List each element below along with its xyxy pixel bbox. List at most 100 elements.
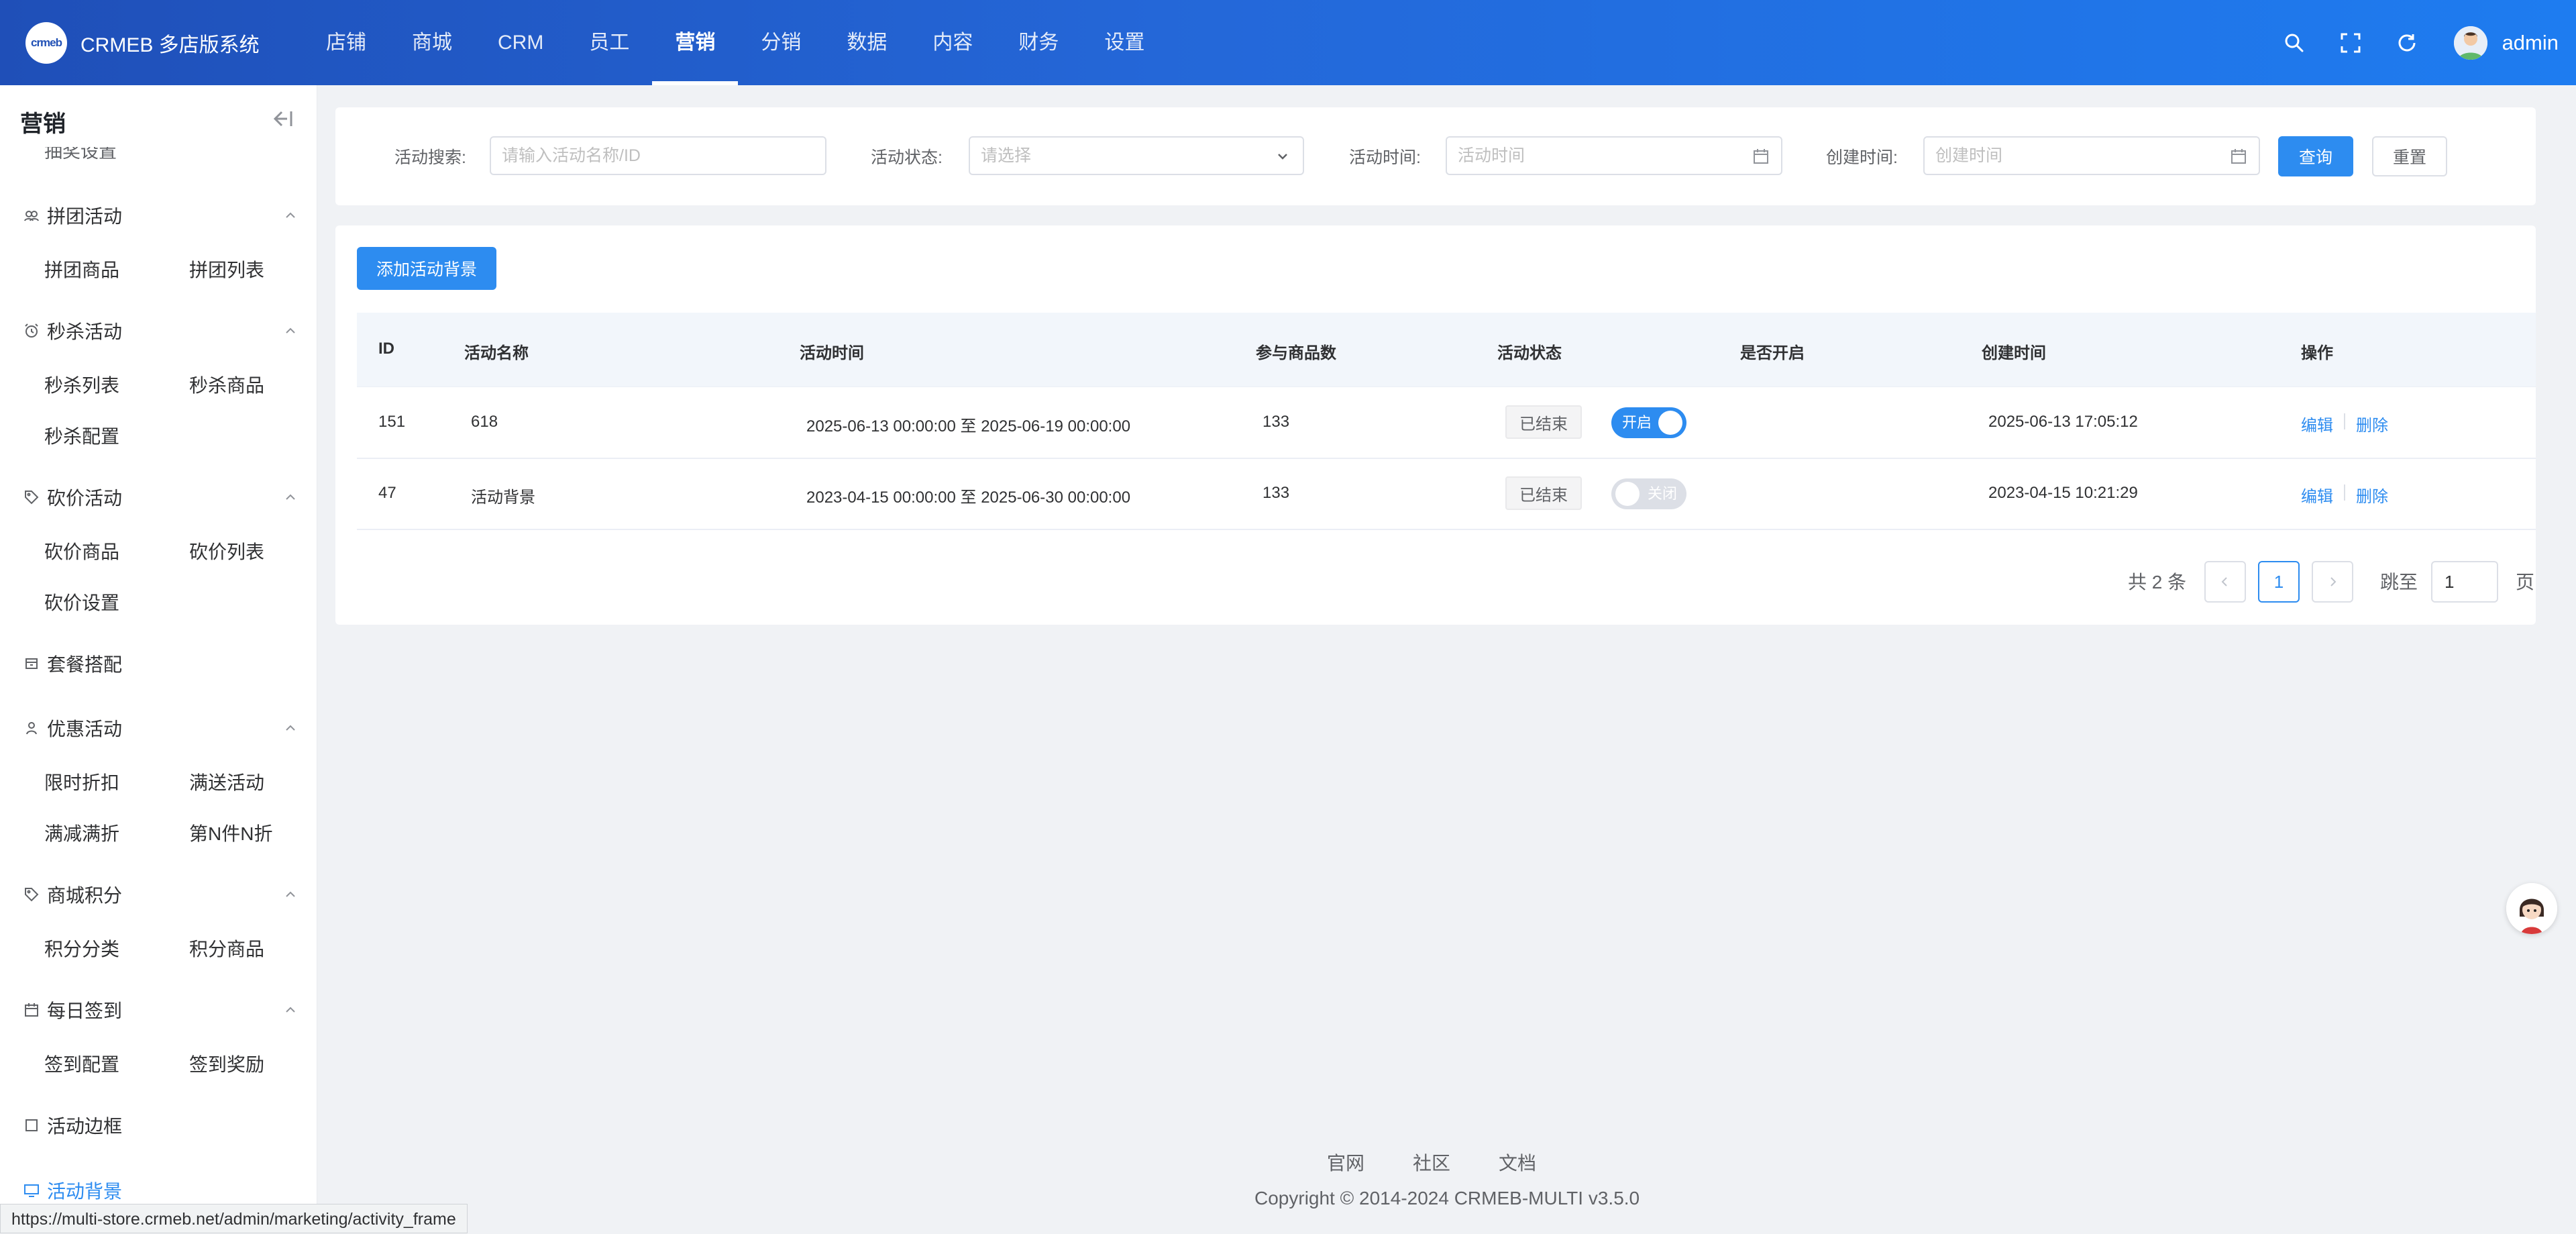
- enable-toggle[interactable]: 关闭: [1611, 478, 1686, 509]
- collapse-icon[interactable]: [272, 109, 294, 128]
- created-time-picker[interactable]: 创建时间: [1923, 136, 2260, 175]
- footer-link-community[interactable]: 社区: [1413, 1149, 1450, 1176]
- sidebar-item-checkin-reward[interactable]: 签到奖励: [189, 1050, 264, 1077]
- sidebar-item-group-goods[interactable]: 拼团商品: [44, 256, 119, 282]
- sidebar-item-nth-discount[interactable]: 第N件N折: [189, 819, 272, 846]
- delete-link[interactable]: 删除: [2356, 412, 2388, 435]
- column-enabled: 是否开启: [1740, 344, 1805, 362]
- reset-button[interactable]: 重置: [2372, 136, 2447, 176]
- sidebar-item-full-reduction[interactable]: 满减满折: [44, 819, 119, 846]
- nav-settings[interactable]: 设置: [1081, 0, 1167, 85]
- query-button[interactable]: 查询: [2278, 136, 2353, 176]
- sidebar-group-combo[interactable]: 套餐搭配: [23, 647, 298, 680]
- sidebar-item-seckill-list[interactable]: 秒杀列表: [44, 371, 119, 398]
- page-suffix: 页: [2516, 572, 2535, 593]
- package-icon: [23, 655, 40, 672]
- action-divider: [2344, 413, 2345, 429]
- created-time-placeholder: 创建时间: [1935, 146, 2003, 165]
- sidebar-group-activity-frame[interactable]: 活动边框: [23, 1109, 298, 1142]
- sidebar-item-checkin-config[interactable]: 签到配置: [44, 1050, 119, 1077]
- search-icon[interactable]: [2282, 31, 2306, 55]
- column-name: 活动名称: [464, 344, 529, 362]
- toggle-label: 关闭: [1647, 485, 1677, 502]
- cell-created: 2023-04-15 10:21:29: [1988, 484, 2138, 502]
- refresh-icon[interactable]: [2395, 31, 2419, 55]
- tag-icon: [23, 489, 40, 506]
- sidebar-group-group-buy[interactable]: 拼团活动: [23, 199, 298, 232]
- fullscreen-icon[interactable]: [2339, 31, 2363, 55]
- edit-link[interactable]: 编辑: [2301, 483, 2333, 507]
- avatar[interactable]: [2453, 25, 2487, 60]
- table-row: 47 活动背景 2023-04-15 00:00:00 至 2025-06-30…: [357, 458, 2536, 530]
- chevron-right-icon: [2330, 577, 2337, 586]
- activity-time-placeholder: 活动时间: [1458, 146, 1525, 165]
- footer-link-official[interactable]: 官网: [1327, 1149, 1364, 1176]
- created-time-label: 创建时间:: [1826, 148, 1898, 167]
- sidebar-group-seckill[interactable]: 秒杀活动: [23, 314, 298, 348]
- logo-mark: crmeb: [25, 22, 67, 64]
- user-badge-icon: [23, 719, 40, 737]
- sidebar-item-bargain-settings[interactable]: 砍价设置: [44, 588, 119, 615]
- sidebar-item-limited-discount[interactable]: 限时折扣: [44, 768, 119, 795]
- jump-page-input[interactable]: 1: [2431, 561, 2498, 603]
- chevron-up-icon: [286, 327, 295, 333]
- nav-staff[interactable]: 员工: [566, 0, 652, 85]
- sidebar-item-lottery-settings[interactable]: 抽奖设置: [44, 147, 117, 162]
- next-page-button[interactable]: [2312, 561, 2353, 603]
- table-row: 151 618 2025-06-13 00:00:00 至 2025-06-19…: [357, 387, 2536, 459]
- sidebar-group-label: 秒杀活动: [47, 321, 123, 342]
- cell-name: 618: [471, 413, 498, 431]
- sidebar-group-checkin[interactable]: 每日签到: [23, 993, 298, 1027]
- chevron-up-icon: [286, 494, 295, 500]
- search-input[interactable]: 请输入活动名称/ID: [490, 136, 826, 175]
- cell-created: 2025-06-13 17:05:12: [1988, 413, 2138, 431]
- chevron-up-icon: [286, 891, 295, 897]
- sidebar-item-seckill-config[interactable]: 秒杀配置: [44, 422, 119, 449]
- sidebar-title: 营销: [20, 111, 66, 137]
- nav-content[interactable]: 内容: [910, 0, 996, 85]
- add-activity-background-button[interactable]: 添加活动背景: [357, 247, 496, 290]
- status-badge: 已结束: [1505, 405, 1582, 439]
- sidebar-item-bargain-list[interactable]: 砍价列表: [189, 537, 264, 564]
- sidebar-item-points-goods[interactable]: 积分商品: [189, 935, 264, 962]
- sidebar-item-points-category[interactable]: 积分分类: [44, 935, 119, 962]
- sidebar-item-gift-activity[interactable]: 满送活动: [189, 768, 264, 795]
- sidebar-group-activity-background[interactable]: 活动背景: [23, 1174, 298, 1207]
- logo[interactable]: crmeb CRMEB 多店版系统: [25, 22, 260, 64]
- sidebar-group-label: 砍价活动: [47, 488, 123, 509]
- prev-page-button[interactable]: [2204, 561, 2246, 603]
- status-select[interactable]: 请选择: [969, 136, 1304, 175]
- sidebar-item-seckill-goods[interactable]: 秒杀商品: [189, 371, 264, 398]
- nav-shop[interactable]: 店铺: [303, 0, 389, 85]
- chevron-left-icon: [2221, 577, 2227, 586]
- square-icon: [23, 1117, 40, 1134]
- edit-link[interactable]: 编辑: [2301, 412, 2333, 435]
- sidebar-group-label: 套餐搭配: [47, 654, 123, 675]
- cell-name: 活动背景: [471, 489, 535, 507]
- nav-data[interactable]: 数据: [824, 0, 910, 85]
- user-name[interactable]: admin: [2502, 31, 2559, 55]
- sidebar-group-discount[interactable]: 优惠活动: [23, 711, 298, 745]
- sidebar-item-group-list[interactable]: 拼团列表: [189, 256, 264, 282]
- activity-time-picker[interactable]: 活动时间: [1446, 136, 1782, 175]
- sidebar-group-bargain[interactable]: 砍价活动: [23, 480, 298, 514]
- nav-finance[interactable]: 财务: [996, 0, 1081, 85]
- chevron-up-icon: [286, 212, 295, 218]
- sidebar-group-points[interactable]: 商城积分: [23, 878, 298, 911]
- enable-toggle[interactable]: 开启: [1611, 407, 1686, 438]
- status-badge: 已结束: [1505, 476, 1582, 510]
- footer-link-docs[interactable]: 文档: [1499, 1149, 1536, 1176]
- delete-link[interactable]: 删除: [2356, 483, 2388, 507]
- nav-mall[interactable]: 商城: [389, 0, 475, 85]
- cell-id: 151: [378, 413, 406, 431]
- sidebar-group-label: 活动边框: [47, 1116, 123, 1137]
- column-time: 活动时间: [800, 344, 864, 362]
- customer-service-avatar[interactable]: [2506, 883, 2557, 934]
- table-panel: 添加活动背景 ID 活动名称 活动时间 参与商品数 活动状态 是否开启 创建时间…: [335, 225, 2536, 625]
- nav-marketing[interactable]: 营销: [652, 0, 739, 85]
- page-button-1[interactable]: 1: [2258, 561, 2300, 603]
- sidebar-item-bargain-goods[interactable]: 砍价商品: [44, 537, 119, 564]
- nav-crm[interactable]: CRM: [475, 0, 566, 85]
- activity-time-label: 活动时间:: [1349, 148, 1421, 167]
- nav-distribution[interactable]: 分销: [738, 0, 824, 85]
